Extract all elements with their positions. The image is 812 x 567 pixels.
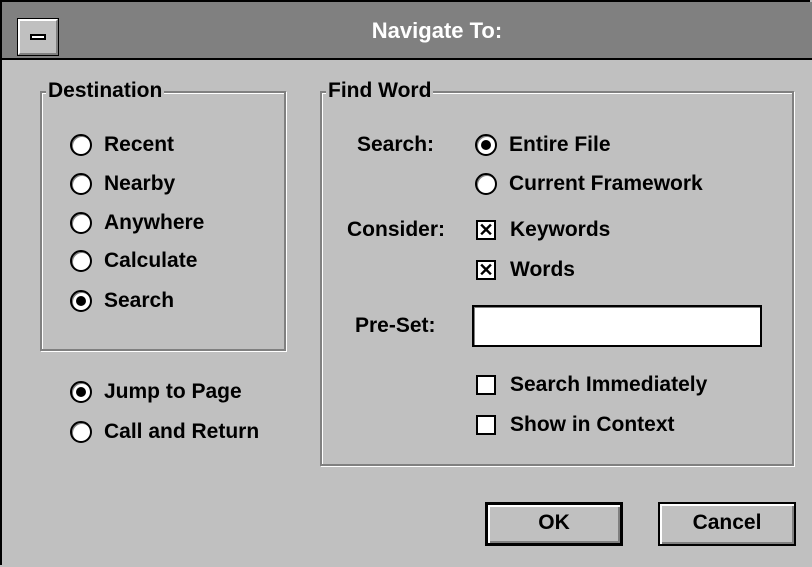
radio-button-selected-icon — [70, 381, 92, 403]
radio-button-icon — [70, 173, 92, 195]
checkbox-keywords[interactable]: ✕ Keywords — [476, 218, 610, 242]
checkbox-words[interactable]: ✕ Words — [476, 258, 575, 282]
radio-button-icon — [70, 134, 92, 156]
title-bar: Navigate To: — [2, 2, 812, 60]
radio-call-and-return-label: Call and Return — [104, 420, 260, 443]
radio-button-icon — [70, 421, 92, 443]
checkbox-search-immediately-label: Search Immediately — [510, 373, 708, 396]
radio-button-selected-icon — [70, 290, 92, 312]
radio-button-icon — [70, 250, 92, 272]
checkbox-show-in-context[interactable]: Show in Context — [476, 413, 675, 437]
radio-calculate[interactable]: Calculate — [70, 249, 197, 273]
ok-button[interactable]: OK — [485, 502, 623, 546]
radio-button-selected-icon — [475, 134, 497, 156]
checkbox-icon — [476, 375, 496, 395]
checkbox-checked-icon: ✕ — [476, 220, 496, 240]
radio-calculate-label: Calculate — [104, 249, 198, 272]
system-menu-button[interactable] — [17, 18, 59, 56]
checkbox-show-in-context-label: Show in Context — [510, 413, 675, 436]
radio-button-icon — [475, 173, 497, 195]
system-menu-icon — [30, 34, 46, 40]
radio-search[interactable]: Search — [70, 289, 174, 313]
radio-recent-label: Recent — [104, 133, 175, 156]
radio-current-framework[interactable]: Current Framework — [475, 172, 703, 196]
checkbox-words-label: Words — [510, 258, 575, 281]
cancel-button[interactable]: Cancel — [658, 502, 796, 546]
consider-label: Consider: — [347, 218, 446, 241]
find-word-group-label: Find Word — [326, 79, 434, 103]
radio-anywhere-label: Anywhere — [104, 211, 205, 234]
radio-nearby[interactable]: Nearby — [70, 172, 175, 196]
radio-jump-to-page[interactable]: Jump to Page — [70, 380, 242, 404]
radio-call-and-return[interactable]: Call and Return — [70, 420, 259, 444]
radio-nearby-label: Nearby — [104, 172, 176, 195]
radio-entire-file[interactable]: Entire File — [475, 133, 611, 157]
destination-group-label: Destination — [46, 79, 165, 103]
radio-recent[interactable]: Recent — [70, 133, 174, 157]
checkbox-search-immediately[interactable]: Search Immediately — [476, 373, 707, 397]
checkbox-keywords-label: Keywords — [510, 218, 611, 241]
radio-button-icon — [70, 212, 92, 234]
navigate-dialog: Navigate To: Destination Recent Nearby A… — [0, 0, 812, 565]
preset-label: Pre-Set: — [355, 314, 436, 337]
checkbox-icon — [476, 415, 496, 435]
radio-current-framework-label: Current Framework — [509, 172, 703, 195]
dialog-title: Navigate To: — [371, 18, 503, 43]
preset-input[interactable] — [472, 305, 762, 347]
radio-anywhere[interactable]: Anywhere — [70, 211, 204, 235]
radio-jump-to-page-label: Jump to Page — [104, 380, 242, 403]
search-scope-label: Search: — [357, 133, 435, 156]
radio-search-label: Search — [104, 289, 175, 312]
checkbox-checked-icon: ✕ — [476, 260, 496, 280]
radio-entire-file-label: Entire File — [509, 133, 611, 156]
